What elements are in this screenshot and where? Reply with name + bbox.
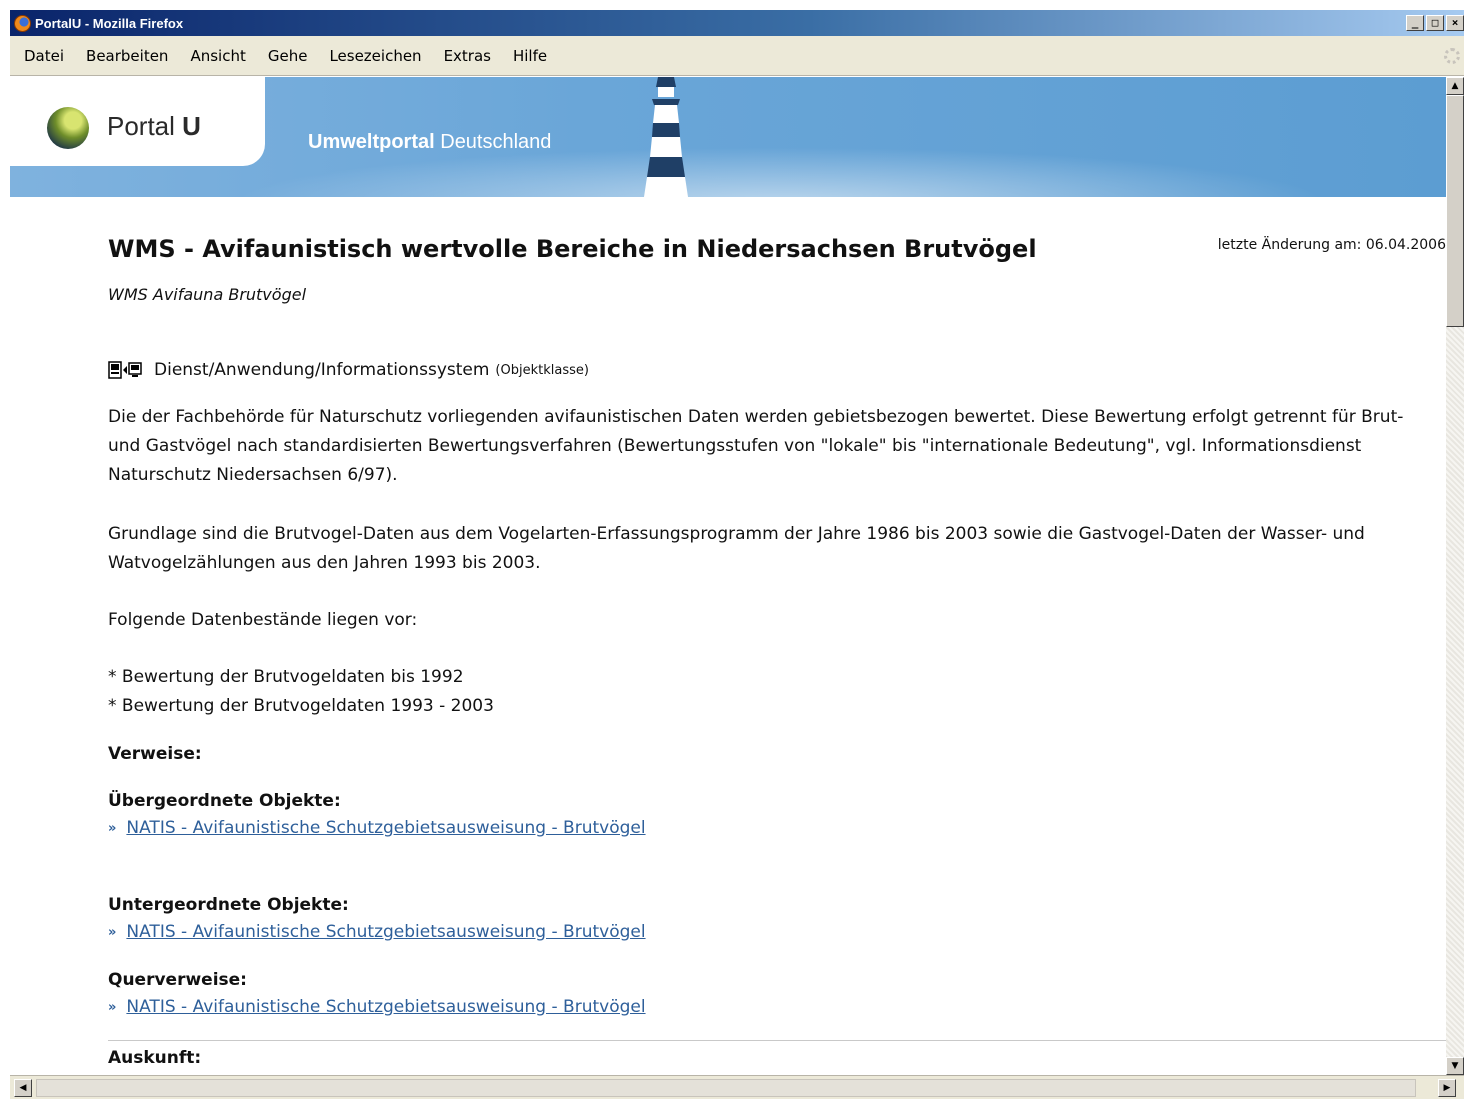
scroll-down-arrow-icon[interactable]: ▼: [1446, 1057, 1464, 1075]
throbber-icon: [1444, 48, 1460, 64]
vertical-scroll-thumb[interactable]: [1446, 95, 1464, 327]
cross-reference-link-row: » NATIS - Avifaunistische Schutzgebietsa…: [108, 997, 646, 1017]
description-paragraph-2: Grundlage sind die Brutvogel-Daten aus d…: [108, 524, 1365, 573]
child-object-link[interactable]: NATIS - Avifaunistische Schutzgebietsaus…: [126, 922, 645, 942]
object-class-name: Dienst/Anwendung/Informationssystem: [154, 360, 490, 380]
menu-extras[interactable]: Extras: [444, 47, 491, 65]
scroll-left-arrow-icon[interactable]: ◀: [14, 1079, 32, 1097]
last-change-date: letzte Änderung am: 06.04.2006: [1217, 237, 1446, 253]
menu-ansicht[interactable]: Ansicht: [190, 47, 245, 65]
portal-header: Portal U Umweltportal Deutschland: [10, 77, 1446, 197]
logo-globe-icon: [47, 107, 89, 149]
cross-reference-link[interactable]: NATIS - Avifaunistische Schutzgebietsaus…: [126, 997, 645, 1017]
parent-object-link-row: » NATIS - Avifaunistische Schutzgebietsa…: [108, 818, 646, 838]
link-arrow-icon: »: [108, 999, 117, 1015]
minimize-button[interactable]: _: [1406, 15, 1424, 31]
logo-text: Portal U: [107, 111, 201, 141]
page-subtitle: WMS Avifauna Brutvögel: [108, 285, 307, 304]
bullet-item: * Bewertung der Brutvogeldaten bis 1992: [108, 667, 464, 687]
window-title: PortalU - Mozilla Firefox: [35, 15, 184, 31]
portal-tagline: Umweltportal Deutschland: [308, 131, 552, 153]
close-button[interactable]: ×: [1446, 15, 1464, 31]
object-class-suffix: (Objektklasse): [495, 362, 589, 378]
page-title: WMS - Avifaunistisch wertvolle Bereiche …: [108, 235, 1037, 263]
parent-objects-heading: Übergeordnete Objekte:: [108, 791, 341, 811]
horizontal-scroll-thumb[interactable]: [36, 1079, 1416, 1097]
parent-object-link[interactable]: NATIS - Avifaunistische Schutzgebietsaus…: [126, 818, 645, 838]
child-object-link-row: » NATIS - Avifaunistische Schutzgebietsa…: [108, 922, 646, 942]
header-light-beam: [230, 147, 1330, 197]
page-viewport: Portal U Umweltportal Deutschland WMS - …: [10, 77, 1446, 1075]
menu-datei[interactable]: Datei: [24, 47, 64, 65]
info-heading: Auskunft:: [108, 1048, 202, 1068]
firefox-icon: [14, 14, 31, 32]
bullet-item: * Bewertung der Brutvogeldaten 1993 - 20…: [108, 696, 494, 716]
description-paragraph-3: Folgende Datenbestände liegen vor:: [108, 610, 418, 630]
menu-bearbeiten[interactable]: Bearbeiten: [86, 47, 168, 65]
link-arrow-icon: »: [108, 924, 117, 940]
child-objects-heading: Untergeordnete Objekte:: [108, 895, 349, 915]
cross-references-heading: Querverweise:: [108, 970, 247, 990]
window-controls: _ □ ×: [1406, 15, 1464, 31]
maximize-button[interactable]: □: [1426, 15, 1444, 31]
menu-gehe[interactable]: Gehe: [268, 47, 308, 65]
scroll-right-arrow-icon[interactable]: ▶: [1438, 1079, 1456, 1097]
lighthouse-icon: [644, 77, 688, 197]
scroll-up-arrow-icon[interactable]: ▲: [1446, 77, 1464, 95]
service-icon: [108, 361, 142, 379]
vertical-scrollbar[interactable]: ▲ ▼: [1446, 77, 1464, 1075]
object-class: Dienst/Anwendung/Informationssystem (Obj…: [108, 360, 589, 380]
menu-hilfe[interactable]: Hilfe: [513, 47, 547, 65]
link-arrow-icon: »: [108, 820, 117, 836]
portal-logo[interactable]: Portal U: [10, 77, 265, 166]
description-paragraph-1: Die der Fachbehörde für Naturschutz vorl…: [108, 407, 1404, 485]
menu-lesezeichen[interactable]: Lesezeichen: [329, 47, 421, 65]
section-divider: [108, 1040, 1446, 1041]
menu-bar: Datei Bearbeiten Ansicht Gehe Lesezeiche…: [10, 36, 1464, 76]
window-title-bar[interactable]: PortalU - Mozilla Firefox _ □ ×: [10, 10, 1464, 36]
references-heading: Verweise:: [108, 744, 202, 764]
horizontal-scrollbar[interactable]: ◀ ▶: [10, 1075, 1464, 1099]
